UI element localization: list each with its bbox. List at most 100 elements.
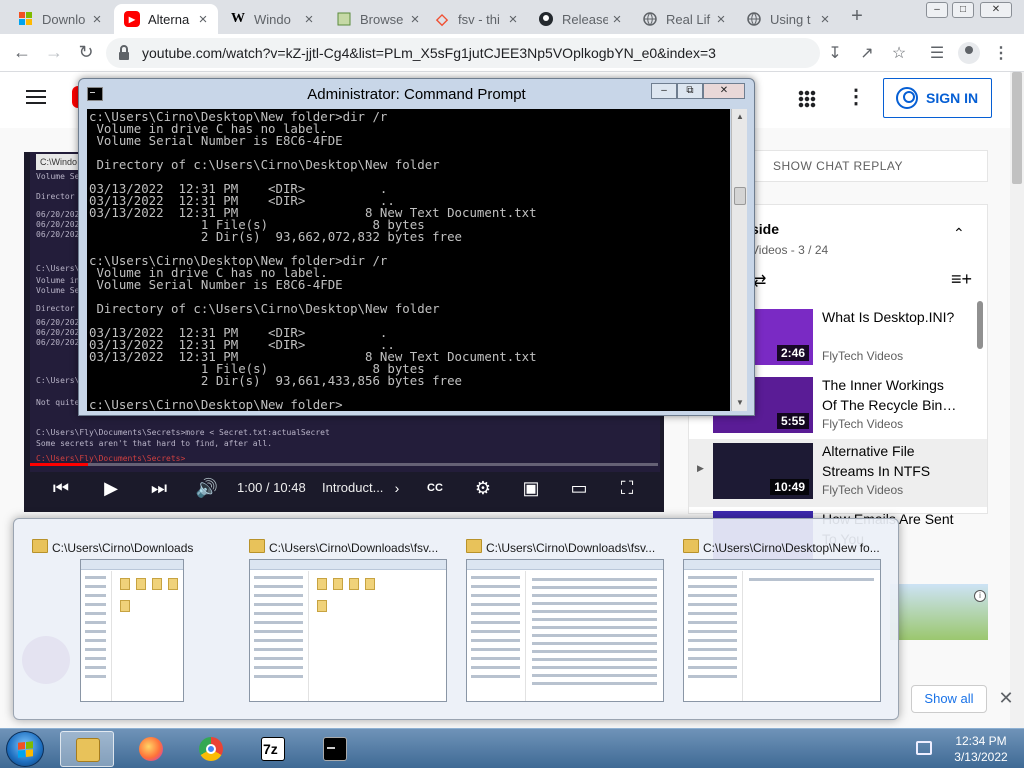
taskbar-app-explorer[interactable] [60,731,114,767]
next-icon[interactable]: ⏭ [146,474,172,504]
browser-tab[interactable]: Downlo × [8,4,112,34]
7zip-icon [336,11,352,27]
browser-tab[interactable]: Browse × [326,4,430,34]
playlist-item-channel[interactable]: FlyTech Videos [822,349,903,363]
miniplayer-icon[interactable]: ▣ [518,474,544,504]
cmd-minimize-button[interactable]: – [651,83,677,99]
scroll-up-arrow-icon[interactable]: ▲ [732,109,748,125]
profile-avatar-icon[interactable] [958,42,980,64]
taskbar-app-cmd[interactable] [308,731,362,767]
video-chapter[interactable]: Introduct... [322,480,383,495]
share-icon[interactable]: ↗ [856,43,878,65]
reload-icon[interactable]: ↻ [74,41,98,65]
explorer-window-preview[interactable]: C:\Users\Cirno\Downloads\fsv... [249,519,461,719]
shuffle-icon[interactable]: ⇄ [753,271,766,291]
action-center-icon[interactable] [916,741,932,755]
playlist-item-channel[interactable]: FlyTech Videos [822,483,903,497]
explorer-window-preview[interactable]: C:\Users\Cirno\Downloads\fsv... [466,519,678,719]
playlist-item-title[interactable]: What Is Desktop.INI? [822,307,962,327]
video-progress-bar[interactable] [30,463,658,466]
explorer-window-preview[interactable]: C:\Users\Cirno\Desktop\New fo... [683,519,895,719]
hamburger-menu-icon[interactable] [26,90,46,104]
back-arrow-icon[interactable]: ← [10,41,34,65]
maximize-button[interactable]: □ [952,2,974,18]
cmd-titlebar[interactable]: Administrator: Command Prompt – ⧉ ✕ [79,79,754,109]
playlist-item-title[interactable]: Alternative File Streams In NTFS [822,441,962,481]
cmd-close-button[interactable]: ✕ [703,83,745,99]
settings-gear-icon[interactable]: ⚙ [470,474,496,504]
browser-tab[interactable]: Using t × [736,4,840,34]
cmd-output-line: 2 Dir(s) 93,662,072,832 bytes free [89,229,462,244]
fullscreen-icon[interactable]: ⛶ [614,474,640,504]
cmd-icon [323,737,347,761]
scroll-down-arrow-icon[interactable]: ▼ [732,395,748,411]
install-app-icon[interactable]: ↧ [824,43,846,65]
page-scrollbar-thumb[interactable] [1012,72,1022,184]
wikipedia-icon: W [231,11,245,26]
minimize-button[interactable]: – [926,2,948,18]
command-prompt-window[interactable]: Administrator: Command Prompt – ⧉ ✕ c:\U… [78,78,755,416]
chrome-menu-icon[interactable]: ⋮ [990,43,1012,65]
close-tab-icon[interactable]: × [194,11,212,28]
previous-icon[interactable]: ⏮ [48,474,74,504]
address-bar[interactable]: youtube.com/watch?v=kZ-jjtl-Cg4&list=PLm… [106,38,820,68]
explorer-preview-title: C:\Users\Cirno\Downloads [52,541,194,555]
video-cmd-line: 06/20/2020 [36,220,85,229]
folder-icon [249,539,265,553]
start-button[interactable] [6,731,44,767]
clock-date[interactable]: 3/13/2022 [946,750,1016,764]
sign-in-button[interactable]: SIGN IN [883,78,992,118]
close-tab-icon[interactable]: × [300,11,318,28]
clock-time[interactable]: 12:34 PM [946,734,1016,748]
ad-info-icon[interactable]: i [974,590,986,602]
new-tab-button[interactable]: + [846,6,868,28]
show-all-downloads-button[interactable]: Show all [911,685,987,713]
playlist-item[interactable]: ▶ 10:49 Alternative File Streams In NTFS Fl… [689,439,987,507]
account-circle-icon [896,87,918,109]
close-tab-icon[interactable]: × [608,11,626,28]
folder-icon [466,539,482,553]
browser-tab[interactable]: ◇ fsv - thi × [424,4,528,34]
close-tab-icon[interactable]: × [816,11,834,28]
close-window-button[interactable]: ✕ [980,2,1012,18]
volume-icon[interactable]: 🔊 [194,474,220,504]
taskbar-app-7zip[interactable]: 7z [246,731,300,767]
cmd-restore-button[interactable]: ⧉ [677,83,703,99]
close-tab-icon[interactable]: × [88,11,106,28]
ad-image[interactable] [890,584,988,640]
cmd-scrollbar[interactable]: ▲ ▼ [731,109,747,411]
apps-grid-icon[interactable] [798,90,816,108]
theater-mode-icon[interactable]: ▭ [566,474,592,504]
browser-tab[interactable]: W Windo × [220,4,324,34]
captions-icon[interactable]: CC [422,474,448,504]
bookmark-star-icon[interactable]: ☆ [888,43,910,65]
playlist-title[interactable]: side [751,221,779,237]
video-cmd-line: 06/20/2020 [36,210,85,219]
add-to-playlist-icon[interactable]: ≡+ [951,269,972,290]
forward-arrow-icon[interactable]: → [42,41,66,65]
cmd-console-output[interactable]: c:\Users\Cirno\Desktop\New folder>dir /r… [87,109,730,411]
playlist-item-channel[interactable]: FlyTech Videos [822,417,903,431]
taskbar-app-chrome[interactable] [184,731,238,767]
collapse-chevron-icon[interactable]: ⌃ [953,225,965,242]
play-icon[interactable]: ▶ [98,474,124,504]
chapter-chevron-icon[interactable]: › [389,474,405,504]
lock-icon[interactable] [116,44,132,62]
explorer-window-preview[interactable]: C:\Users\Cirno\Downloads [32,519,244,719]
close-tab-icon[interactable]: × [504,11,522,28]
browser-tab[interactable]: Release × [528,4,632,34]
taskbar-app-firefox[interactable] [124,731,178,767]
browser-tab[interactable]: ▶ Alterna × [114,4,218,34]
github-icon [538,11,554,27]
cmd-scrollbar-thumb[interactable] [734,187,746,205]
playlist-item-title[interactable]: The Inner Workings Of The Recycle Bin… [822,375,962,415]
media-queue-icon[interactable]: ☰ [926,43,948,65]
playlist-item-thumbnail[interactable]: 10:49 [713,443,813,499]
close-downloads-bar-icon[interactable]: ✕ [996,688,1016,708]
browser-tab-title: Using t [770,11,811,27]
close-tab-icon[interactable]: × [712,11,730,28]
close-tab-icon[interactable]: × [406,11,424,28]
settings-kebab-icon[interactable]: ⋮ [846,86,866,110]
playlist-scrollbar-thumb[interactable] [977,301,983,349]
browser-tab[interactable]: Real Lif × [632,4,736,34]
